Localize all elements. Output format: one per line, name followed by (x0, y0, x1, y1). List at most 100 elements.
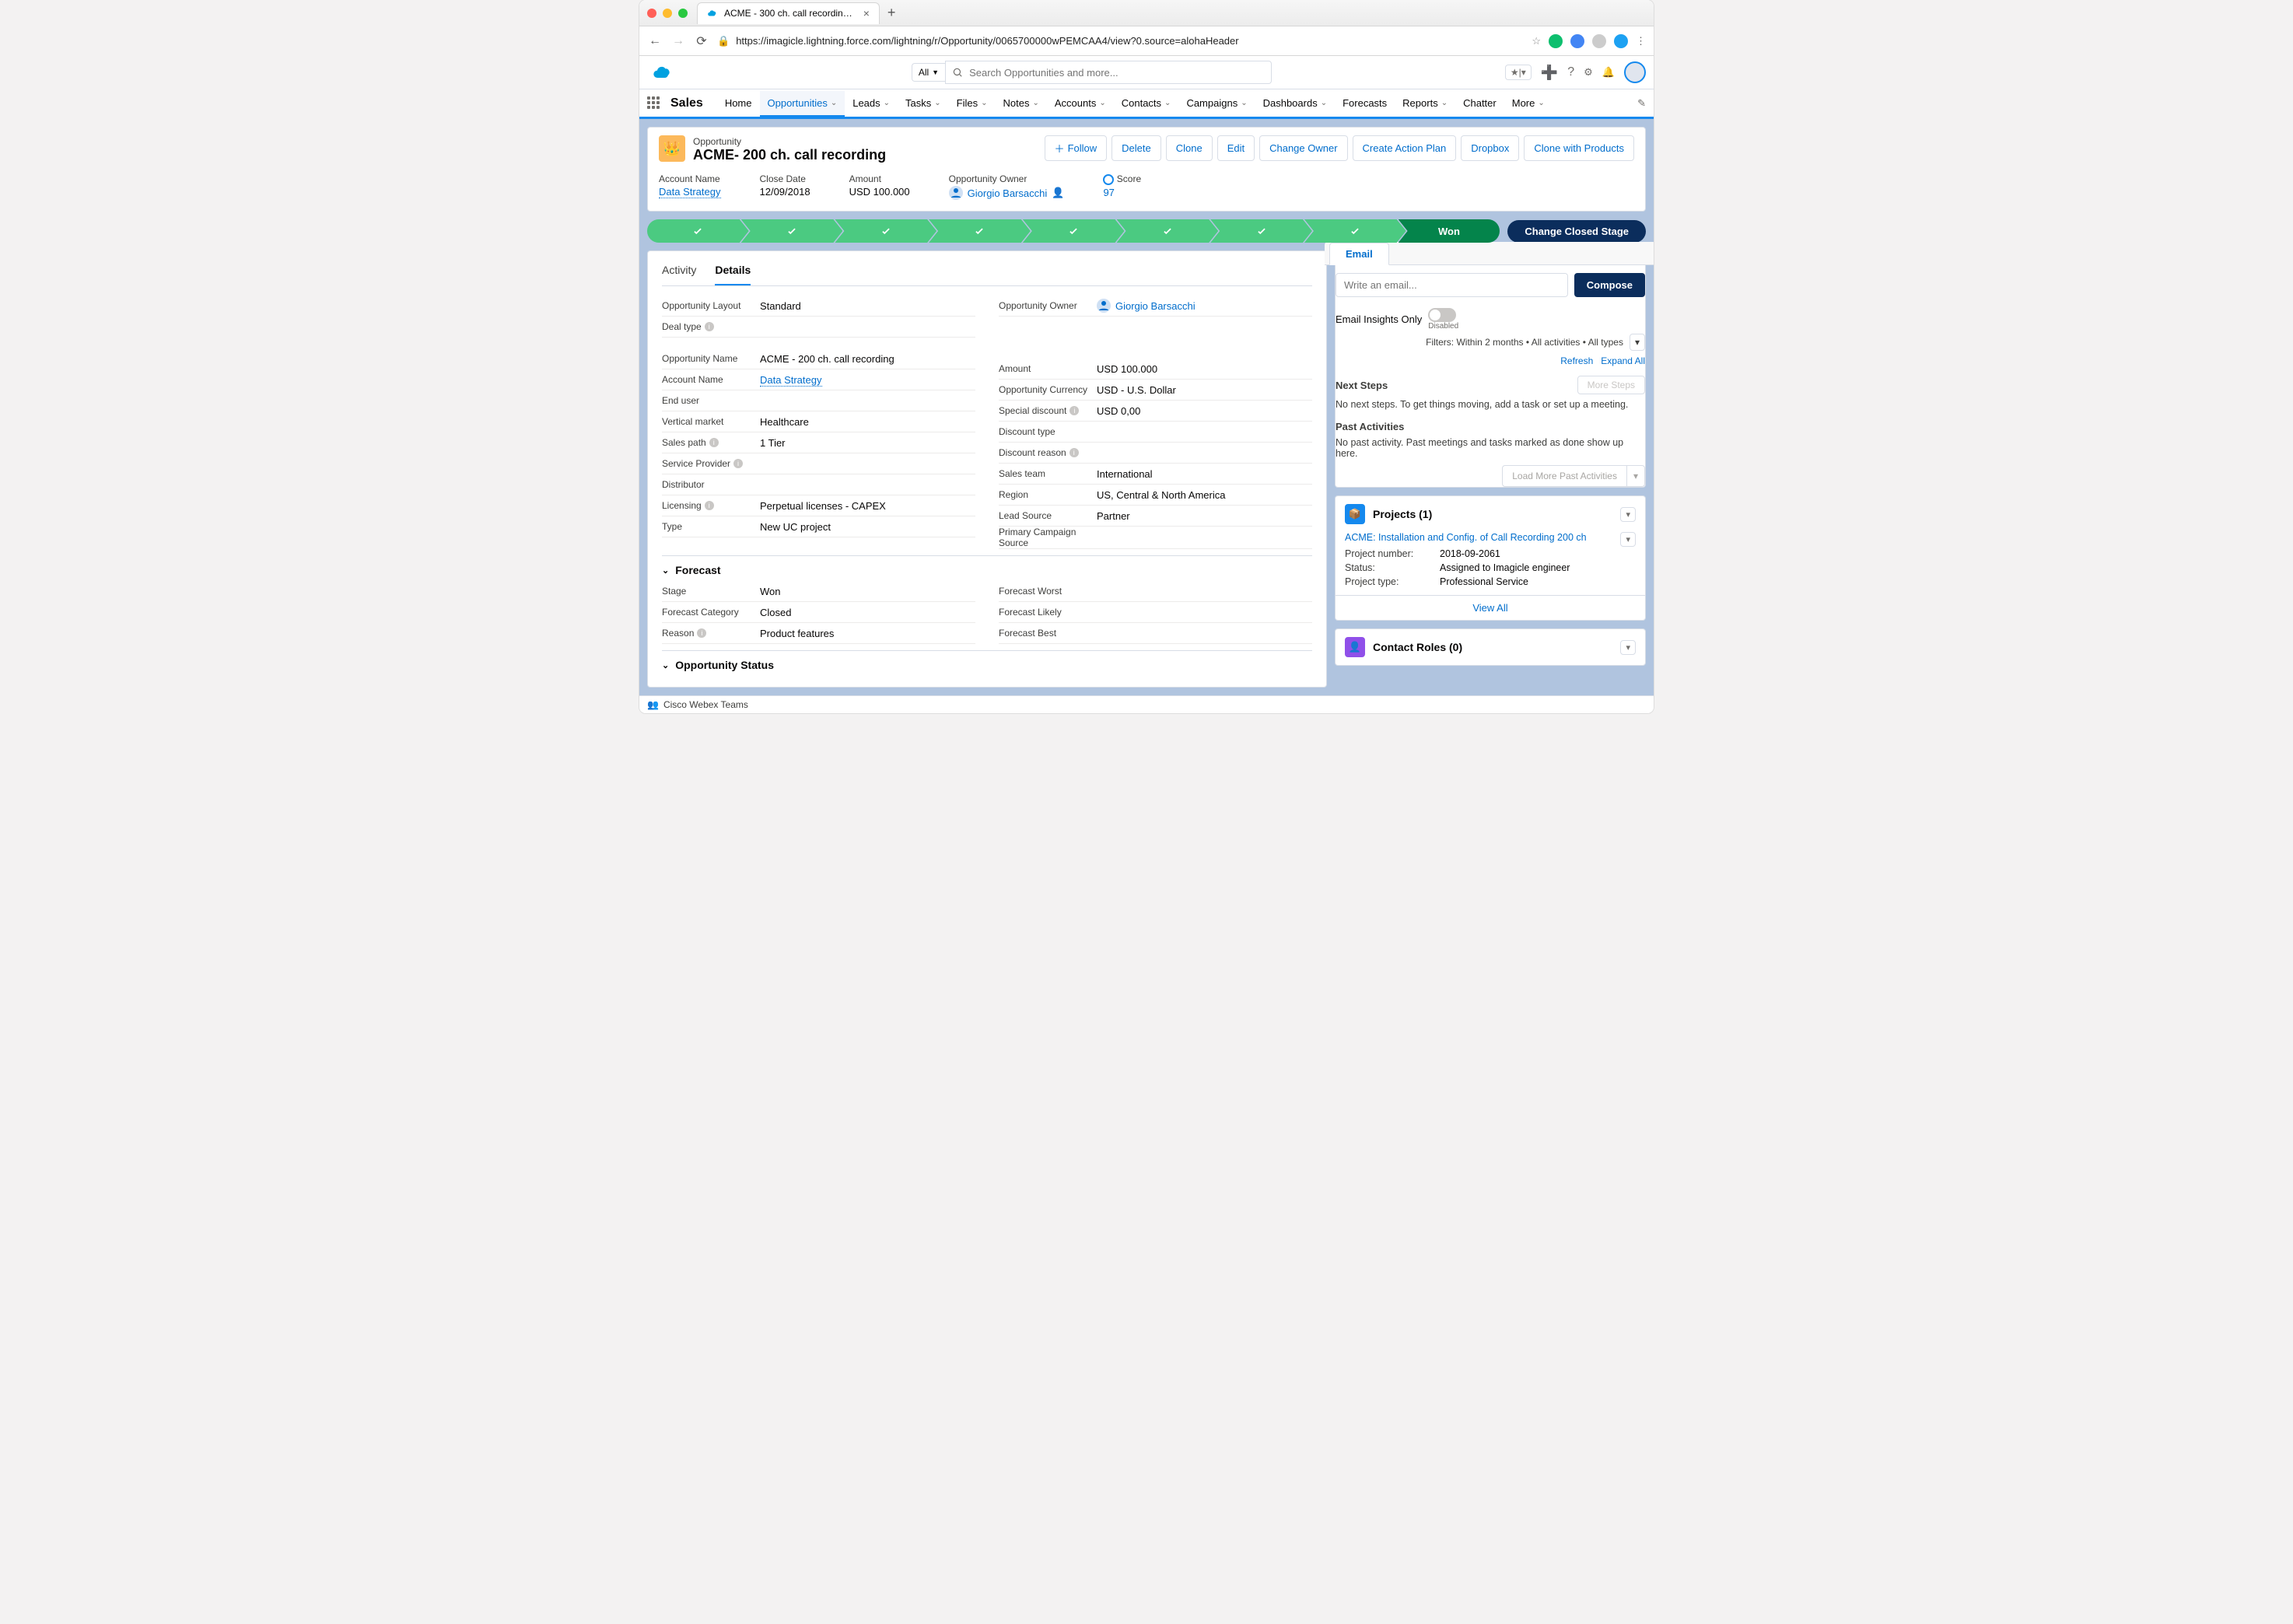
nav-item-home[interactable]: Home (717, 91, 760, 117)
path-stage[interactable] (1210, 219, 1312, 243)
nav-item-files[interactable]: Files⌄ (949, 91, 996, 117)
clone-button[interactable]: Clone (1166, 135, 1213, 161)
user-avatar[interactable] (1624, 61, 1646, 83)
insights-toggle[interactable] (1428, 308, 1456, 322)
extension-icon-3[interactable] (1592, 34, 1606, 48)
info-icon[interactable]: i (705, 322, 714, 331)
email-tab[interactable]: Email (1329, 243, 1389, 265)
project-field-row: Project number:2018-09-2061 (1345, 547, 1636, 561)
refresh-link[interactable]: Refresh (1560, 355, 1593, 366)
help-icon[interactable]: ? (1567, 65, 1574, 79)
info-icon[interactable]: i (1069, 406, 1079, 415)
nav-item-more[interactable]: More⌄ (1504, 91, 1553, 117)
past-activities-label: Past Activities (1336, 421, 1404, 432)
detail-label: Sales team (999, 468, 1097, 479)
project-link[interactable]: ACME: Installation and Config. of Call R… (1345, 532, 1587, 543)
nav-item-notes[interactable]: Notes⌄ (996, 91, 1047, 117)
dropbox-button[interactable]: Dropbox (1461, 135, 1519, 161)
view-all-link[interactable]: View All (1472, 602, 1507, 614)
browser-menu-icon[interactable]: ⋮ (1636, 35, 1646, 47)
maximize-window-icon[interactable] (678, 9, 688, 18)
contact-roles-menu[interactable]: ▾ (1620, 640, 1636, 655)
change-owner-icon[interactable]: 👤 (1052, 187, 1064, 199)
search-scope[interactable]: All ▼ (912, 63, 945, 82)
tab-details[interactable]: Details (715, 259, 751, 285)
create-action-plan-button[interactable]: Create Action Plan (1353, 135, 1457, 161)
minimize-window-icon[interactable] (663, 9, 672, 18)
nav-item-accounts[interactable]: Accounts⌄ (1047, 91, 1114, 117)
info-icon[interactable]: i (697, 628, 706, 638)
change-stage-button[interactable]: Change Closed Stage (1507, 220, 1646, 243)
field-label: Account Name (659, 173, 720, 184)
nav-item-opportunities[interactable]: Opportunities⌄ (760, 91, 845, 117)
path-stage[interactable] (1023, 219, 1125, 243)
webex-icon[interactable]: 👥 (647, 699, 659, 710)
back-button[interactable]: ← (647, 34, 663, 48)
add-button[interactable]: ➕ (1541, 65, 1558, 81)
expand-all-link[interactable]: Expand All (1601, 355, 1645, 366)
extension-icon-2[interactable] (1570, 34, 1584, 48)
close-window-icon[interactable] (647, 9, 656, 18)
compose-button[interactable]: Compose (1574, 273, 1645, 297)
opp-status-section-header[interactable]: ⌄Opportunity Status (662, 650, 1312, 676)
nav-item-forecasts[interactable]: Forecasts (1335, 91, 1395, 117)
tab-activity[interactable]: Activity (662, 259, 696, 285)
nav-item-tasks[interactable]: Tasks⌄ (898, 91, 949, 117)
clone-with-products-button[interactable]: Clone with Products (1524, 135, 1634, 161)
nav-item-contacts[interactable]: Contacts⌄ (1114, 91, 1179, 117)
favorites-button[interactable]: ★|▾ (1505, 65, 1532, 80)
nav-item-leads[interactable]: Leads⌄ (845, 91, 898, 117)
close-tab-icon[interactable]: × (863, 7, 870, 19)
info-icon[interactable]: i (733, 459, 743, 468)
more-steps-button[interactable]: More Steps (1577, 376, 1645, 394)
email-input[interactable] (1336, 273, 1568, 297)
detail-label: Opportunity Owner (999, 300, 1097, 311)
webex-label[interactable]: Cisco Webex Teams (663, 699, 748, 710)
path-stage[interactable] (741, 219, 843, 243)
forecast-section-header[interactable]: ⌄Forecast (662, 555, 1312, 581)
setup-icon[interactable]: ⚙ (1584, 66, 1593, 79)
load-more-dropdown[interactable]: ▾ (1626, 466, 1644, 486)
nav-item-reports[interactable]: Reports⌄ (1395, 91, 1455, 117)
path-stage[interactable] (647, 219, 749, 243)
nav-item-campaigns[interactable]: Campaigns⌄ (1178, 91, 1255, 117)
info-icon[interactable]: i (1069, 448, 1079, 457)
detail-value: Standard (760, 300, 968, 312)
nav-item-chatter[interactable]: Chatter (1455, 91, 1504, 117)
path-stage[interactable] (1304, 219, 1406, 243)
project-row-menu[interactable]: ▾ (1620, 532, 1636, 547)
follow-button[interactable]: ＋Follow (1045, 135, 1108, 161)
delete-button[interactable]: Delete (1111, 135, 1161, 161)
path-stage[interactable] (929, 219, 1031, 243)
score-value[interactable]: 97 (1103, 187, 1141, 198)
change-owner-button[interactable]: Change Owner (1259, 135, 1347, 161)
projects-menu[interactable]: ▾ (1620, 507, 1636, 522)
path-stage[interactable] (835, 219, 936, 243)
profile-icon[interactable] (1614, 34, 1628, 48)
detail-value: Closed (760, 607, 968, 618)
salesforce-logo[interactable] (647, 61, 678, 83)
reload-button[interactable]: ⟳ (694, 33, 709, 49)
forward-button[interactable]: → (670, 34, 686, 48)
edit-nav-icon[interactable]: ✎ (1637, 97, 1646, 110)
new-tab-button[interactable]: + (887, 5, 896, 21)
info-icon[interactable]: i (709, 438, 719, 447)
account-link[interactable]: Data Strategy (659, 186, 721, 198)
extension-icon-1[interactable] (1549, 34, 1563, 48)
app-launcher-icon[interactable] (647, 96, 661, 110)
path-stage[interactable] (1117, 219, 1219, 243)
detail-label: Service Provider i (662, 458, 760, 469)
owner-link[interactable]: Giorgio Barsacchi (968, 187, 1048, 199)
load-more-button[interactable]: Load More Past Activities▾ (1502, 465, 1645, 487)
nav-item-dashboards[interactable]: Dashboards⌄ (1255, 91, 1336, 117)
filter-button[interactable]: ▾ (1630, 334, 1645, 351)
global-search-input[interactable] (945, 61, 1272, 84)
salesforce-icon (707, 8, 718, 19)
info-icon[interactable]: i (705, 501, 714, 510)
edit-button[interactable]: Edit (1217, 135, 1255, 161)
path-stage-won[interactable]: Won (1399, 219, 1500, 243)
browser-tab[interactable]: ACME - 300 ch. call recordin… × (697, 2, 880, 24)
bookmark-icon[interactable]: ☆ (1532, 35, 1541, 47)
address-field[interactable]: 🔒 https://imagicle.lightning.force.com/l… (717, 35, 1524, 47)
notifications-icon[interactable]: 🔔 (1602, 66, 1615, 79)
